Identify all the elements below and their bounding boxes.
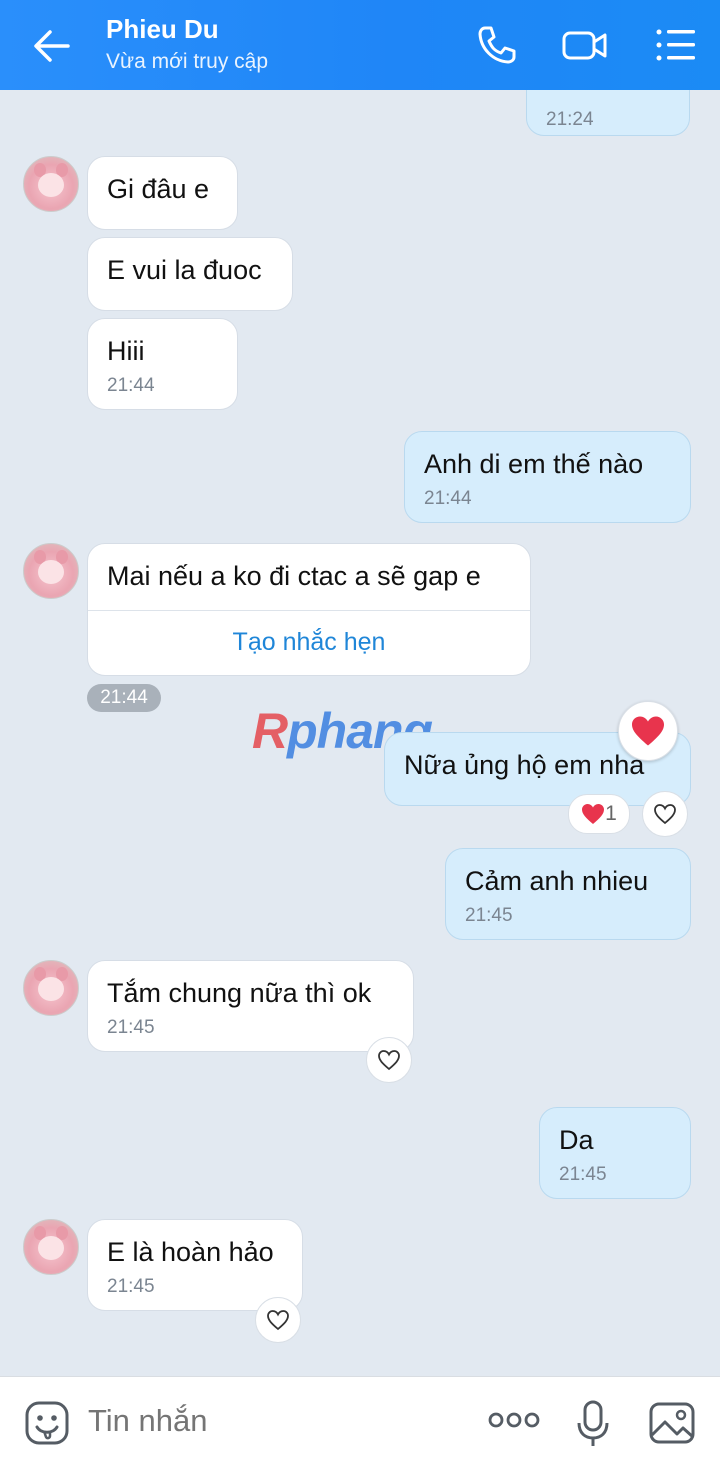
avatar[interactable] [23,960,79,1016]
mic-icon[interactable] [574,1399,612,1449]
message-outgoing[interactable]: Da 21:45 [539,1107,691,1199]
heart-outline-icon [378,1050,400,1071]
contact-name[interactable]: Phieu Du [106,14,219,45]
message-incoming[interactable]: Mai nếu a ko đi ctac a sẽ gap e Tạo nhắc… [87,543,531,676]
message-time: 21:44 [424,488,472,510]
back-arrow-icon[interactable] [28,24,76,68]
reaction-count[interactable]: 1 [568,794,630,834]
video-icon[interactable] [561,22,607,68]
message-list[interactable]: 21:24 Gi đâu e E vui la đuoc Hiii 21:44 … [0,90,720,1376]
react-heart-button[interactable] [642,791,688,837]
chat-header: Phieu Du Vừa mới truy cập [0,0,720,90]
message-text: Tắm chung nữa thì ok [107,978,372,1008]
message-text: Gi đâu e [107,174,210,204]
message-time: 21:44 [107,375,155,397]
phone-icon[interactable] [473,22,519,68]
message-time: 21:45 [559,1164,607,1186]
message-input[interactable] [88,1397,448,1445]
emoji-icon[interactable] [24,1400,70,1446]
message-text: Mai nếu a ko đi ctac a sẽ gap e [107,561,481,591]
message-outgoing[interactable]: Anh di em thế nào 21:44 [404,431,691,523]
message-outgoing[interactable]: 21:24 [526,90,690,136]
message-incoming[interactable]: E vui la đuoc [87,237,293,311]
reaction-heart-large[interactable] [618,701,678,761]
message-outgoing[interactable]: Cảm anh nhieu 21:45 [445,848,691,940]
more-icon[interactable] [488,1410,540,1430]
message-text: Hiii [107,336,145,366]
message-time: 21:24 [546,109,594,130]
message-time: 21:44 [87,684,161,712]
avatar[interactable] [23,1219,79,1275]
composer-bar [0,1376,720,1468]
avatar[interactable] [23,543,79,599]
message-text: Cảm anh nhieu [465,866,649,896]
message-incoming[interactable]: Gi đâu e [87,156,238,230]
menu-list-icon[interactable] [654,22,700,68]
contact-status: Vừa mới truy cập [106,50,269,73]
message-time: 21:45 [465,905,513,927]
message-incoming[interactable]: Tắm chung nữa thì ok 21:45 [87,960,414,1052]
image-icon[interactable] [648,1401,696,1445]
message-time: 21:45 [107,1017,155,1039]
heart-outline-icon [267,1310,289,1331]
message-time: 21:45 [107,1276,155,1298]
message-text: Anh di em thế nào [424,449,644,479]
avatar[interactable] [23,156,79,212]
message-incoming[interactable]: Hiii 21:44 [87,318,238,410]
heart-outline-icon [654,804,676,825]
message-text: Nữa ủng hộ em nha [404,750,645,780]
react-heart-button[interactable] [366,1037,412,1083]
message-text: E là hoàn hảo [107,1237,274,1267]
create-reminder-button[interactable]: Tạo nhắc hẹn [88,610,530,675]
heart-icon [582,804,605,824]
react-heart-button[interactable] [255,1297,301,1343]
message-text: Da [559,1125,594,1155]
heart-icon [632,716,664,746]
message-text: E vui la đuoc [107,255,262,285]
